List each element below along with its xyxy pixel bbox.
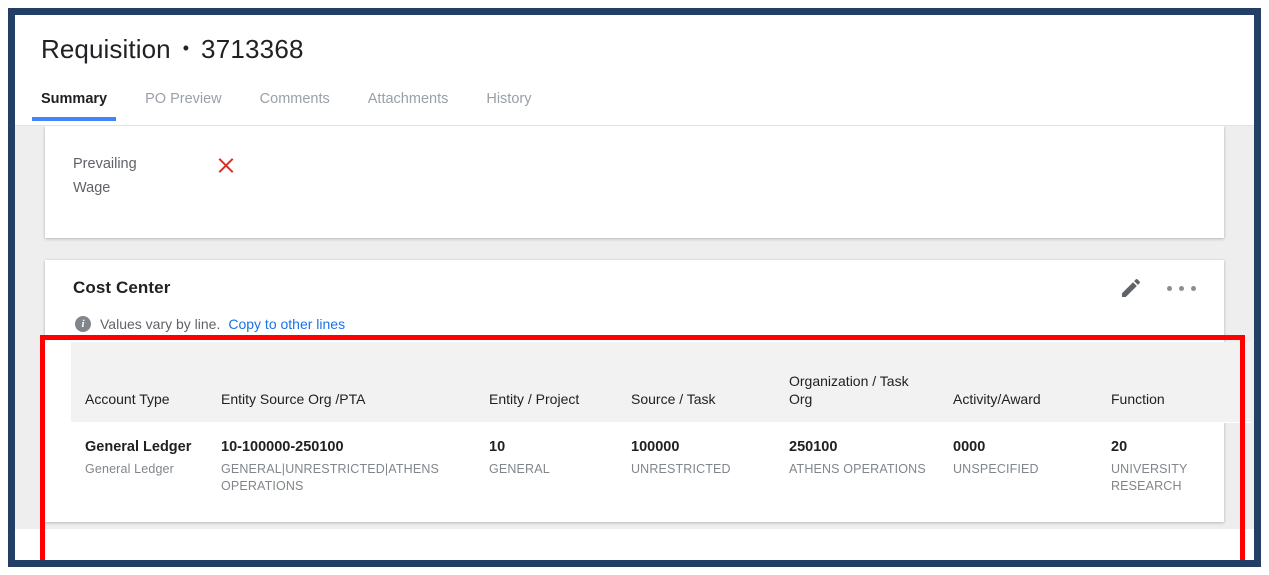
copy-to-other-lines-link[interactable]: Copy to other lines (228, 316, 345, 332)
title-separator-dot: • (183, 32, 189, 64)
cell-activity-award: 0000 UNSPECIFIED (943, 422, 1101, 505)
column-organization-task-org: Organization / Task Org (779, 342, 943, 422)
table-header-row: Account Type Entity Source Org /PTA Enti… (71, 342, 1251, 422)
screenshot-root: Requisition • 3713368 Summary PO Preview… (0, 0, 1269, 575)
cell-main-value: General Ledger (85, 437, 201, 457)
navy-annotation-frame: Requisition • 3713368 Summary PO Preview… (8, 8, 1261, 567)
cost-center-header: Cost Center (45, 260, 1224, 310)
cost-center-table: Account Type Entity Source Org /PTA Enti… (71, 342, 1251, 505)
tab-attachments[interactable]: Attachments (368, 84, 449, 120)
cell-main-value: 250100 (789, 437, 933, 457)
cell-main-value: 0000 (953, 437, 1091, 457)
cell-sub-value: GENERAL|UNRESTRICTED|ATHENS OPERATIONS (221, 461, 469, 495)
kebab-dot (1167, 286, 1172, 291)
application-window: Requisition • 3713368 Summary PO Preview… (15, 15, 1254, 560)
cost-center-title: Cost Center (73, 278, 170, 298)
kebab-dot (1191, 286, 1196, 291)
cell-sub-value: General Ledger (85, 461, 201, 478)
cell-main-value: 20 (1111, 437, 1241, 457)
tab-po-preview[interactable]: PO Preview (145, 84, 222, 120)
document-number: 3713368 (201, 33, 304, 65)
tab-comments[interactable]: Comments (260, 84, 330, 120)
cell-source-task: 100000 UNRESTRICTED (621, 422, 779, 505)
column-function: Function (1101, 342, 1251, 422)
tab-history[interactable]: History (486, 84, 531, 120)
column-source-task: Source / Task (621, 342, 779, 422)
field-row-prevailing-wage: Prevailing Wage (73, 152, 1224, 200)
prevailing-wage-value (215, 154, 237, 181)
document-type-label: Requisition (41, 33, 171, 65)
cell-sub-value: UNSPECIFIED (953, 461, 1091, 478)
cost-center-card: Cost Center (45, 260, 1224, 522)
cell-sub-value: GENERAL (489, 461, 611, 478)
cell-function: 20 UNIVERSITY RESEARCH (1101, 422, 1251, 505)
page-title: Requisition • 3713368 (41, 33, 1254, 68)
cell-main-value: 10-100000-250100 (221, 437, 469, 457)
x-mark-icon (215, 154, 237, 176)
cell-sub-value: UNRESTRICTED (631, 461, 769, 478)
cell-sub-value: ATHENS OPERATIONS (789, 461, 933, 478)
values-vary-text: Values vary by line. (100, 316, 220, 332)
cost-center-actions (1119, 276, 1198, 300)
cell-main-value: 100000 (631, 437, 769, 457)
clipped-number-label: Number (71, 126, 121, 128)
pencil-icon (1119, 276, 1143, 300)
more-options-button[interactable] (1165, 280, 1198, 297)
column-activity-award: Activity/Award (943, 342, 1101, 422)
scroll-content-area: Number Prevailing Wage Cost Center (15, 126, 1254, 529)
kebab-dot (1179, 286, 1184, 291)
cell-account-type: General Ledger General Ledger (71, 422, 211, 505)
cell-organization-task-org: 250100 ATHENS OPERATIONS (779, 422, 943, 505)
cell-main-value: 10 (489, 437, 611, 457)
cell-entity-source-org-pta: 10-100000-250100 GENERAL|UNRESTRICTED|AT… (211, 422, 479, 505)
table-row[interactable]: General Ledger General Ledger 10-100000-… (71, 422, 1251, 505)
column-entity-project: Entity / Project (479, 342, 621, 422)
column-account-type: Account Type (71, 342, 211, 422)
info-icon: i (75, 316, 91, 332)
edit-button[interactable] (1119, 276, 1143, 300)
tab-bar: Summary PO Preview Comments Attachments … (15, 84, 1254, 126)
cell-sub-value: UNIVERSITY RESEARCH (1111, 461, 1241, 495)
page-header: Requisition • 3713368 (15, 15, 1254, 68)
prevailing-wage-label: Prevailing Wage (73, 152, 177, 200)
table-body: General Ledger General Ledger 10-100000-… (71, 422, 1251, 505)
tab-summary[interactable]: Summary (41, 84, 107, 120)
table-header: Account Type Entity Source Org /PTA Enti… (71, 342, 1251, 422)
fields-card: Prevailing Wage (45, 126, 1224, 238)
column-entity-source-org-pta: Entity Source Org /PTA (211, 342, 479, 422)
values-vary-info-strip: i Values vary by line. Copy to other lin… (45, 310, 1224, 342)
cell-entity-project: 10 GENERAL (479, 422, 621, 505)
